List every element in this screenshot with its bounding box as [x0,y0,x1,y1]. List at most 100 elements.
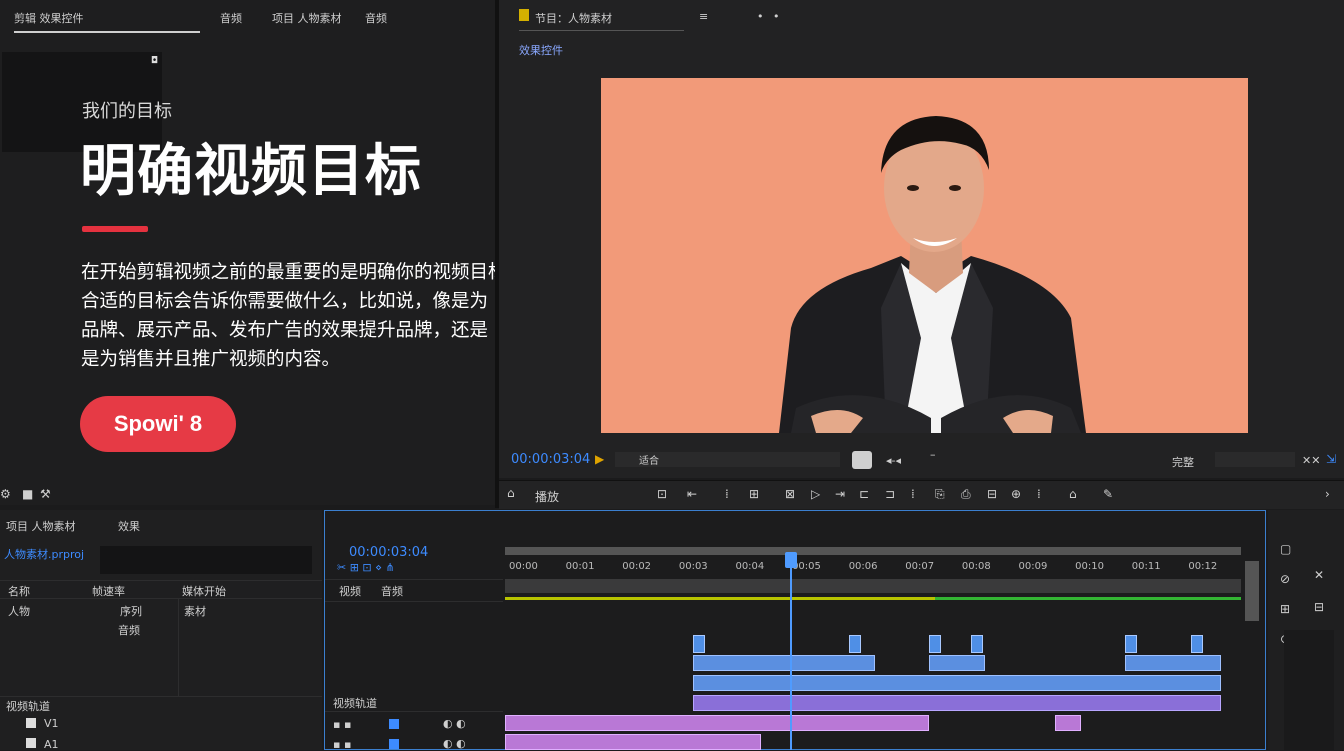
timeline-marker[interactable] [929,635,941,653]
square-icon[interactable]: ■ [22,487,33,501]
timeline-clip[interactable] [505,715,929,731]
tools-panel: ▢ ⊘ ✕ ⊞ ⊟ ⊙ [1268,510,1344,750]
track-toggle[interactable] [389,739,399,749]
video-preview[interactable] [601,78,1248,433]
monitor-subtitle[interactable]: 效果控件 [519,42,563,58]
list-item[interactable]: 人物 [8,603,30,619]
title-underline [519,30,684,31]
fit-label: 适合 [639,456,659,467]
track-select-icon[interactable]: ⊘ [1280,572,1290,586]
list-item[interactable]: 音频 [118,622,140,638]
slip-icon[interactable]: ⊟ [1314,600,1324,614]
timeline-clip[interactable] [1125,655,1221,671]
export-icon[interactable]: ⎘ [935,487,945,502]
compare-icon[interactable]: ⊟ [987,487,997,501]
body-line: 合适的目标会告诉你需要做什么，比如说，像是为 [81,291,489,312]
timeline-clip[interactable] [1055,715,1081,731]
tab-effect-controls[interactable]: 剪辑 效果控件 [14,10,84,26]
col-name[interactable]: 名称 [8,583,30,599]
timeline-clip[interactable] [505,734,761,750]
marker-icon[interactable]: ▶ [595,452,604,466]
zoom-field[interactable] [1215,452,1295,467]
lock-icon[interactable]: ▪ ▪ [333,718,351,731]
timeline-marker[interactable] [1191,635,1203,653]
mark-in-icon[interactable]: ⊡ [657,487,667,501]
menu-icon[interactable]: ≡ [699,10,708,23]
lift-icon[interactable]: ⊏ [859,487,869,501]
tracks-area[interactable] [505,621,1241,751]
timeline-marker[interactable] [693,635,705,653]
work-area-bar[interactable] [505,579,1241,593]
button-editor-icon[interactable]: ⊕ [1011,487,1021,501]
program-timecode[interactable]: 00:00:03:04 [511,452,590,467]
ripple-icon[interactable]: ✕ [1314,568,1324,582]
quality-dropdown[interactable]: 完整 [1172,454,1194,470]
ruler-tick-label: 00:03 [678,561,708,572]
timeline-clip[interactable] [693,695,1221,711]
project-tab[interactable]: 项目 人物素材 [6,518,76,534]
timeline-panel: 00:00:03:04 ✂ ⊞ ⊡ ⋄ ⋔ 视频 音频 视频轨道 ▪ ▪ ▪ ▪… [324,510,1266,751]
settings-icon[interactable]: ⚒ [40,487,51,501]
sequence-icon [519,9,529,21]
timeline-marker[interactable] [971,635,983,653]
export-frame-icon[interactable]: ⇲ [1326,452,1336,466]
extract-icon[interactable]: ⊐ [885,487,895,501]
project-file-label[interactable]: 人物素材.prproj [4,546,84,562]
tool-column [1284,630,1334,750]
home-icon[interactable]: ⌂ [507,486,515,500]
vertical-scrollbar[interactable] [1245,561,1259,621]
mute-icon[interactable]: ◐ ◐ [443,717,466,730]
wrench-icon[interactable]: ✎ [1103,487,1113,501]
bin-label: 视频轨道 [6,700,50,713]
tab-audio-2[interactable]: 音频 [365,10,387,26]
timeline-timecode[interactable]: 00:00:03:04 [349,545,428,560]
play-icon[interactable]: ▷ [811,487,820,501]
step-back-icon[interactable]: ⇤ [687,487,697,501]
wrench-icon[interactable]: ⚙ [0,487,11,501]
col-media-start[interactable]: 媒体开始 [182,583,226,599]
razor-icon[interactable]: ⊞ [1280,602,1290,616]
chevron-right-icon[interactable]: › [1325,487,1330,501]
playhead[interactable] [790,552,792,750]
timeline-footer-label: 视频轨道 [333,697,377,710]
timeline-clip[interactable] [929,655,985,671]
overwrite-icon[interactable]: ⊠ [785,487,795,501]
effects-tab[interactable]: 效果 [118,518,140,534]
insert-icon[interactable]: ⊞ [749,487,759,501]
timeline-marker[interactable] [849,635,861,653]
minus-icon[interactable]: – [930,448,936,461]
transport-label: 播放 [535,490,560,504]
cta-button[interactable]: Spowi' 8 [80,396,236,452]
clip-icon [26,738,36,748]
close-icon[interactable]: ◘ [151,56,158,66]
timeline-marker[interactable] [1125,635,1137,653]
dot-icon: • [773,10,780,23]
step-forward-icon[interactable]: ⇥ [835,487,845,501]
vr-icon[interactable]: ⌂ [1069,487,1077,501]
snap-icon[interactable]: ✂ ⊞ ⊡ ⋄ ⋔ [337,561,395,574]
search-input[interactable] [100,546,312,574]
selection-tool-icon[interactable]: ▢ [1280,542,1291,556]
fit-dropdown[interactable]: 适合 [615,452,840,467]
body-line: 在开始剪辑视频之前的最重要的是明确你的视频目标。 [81,262,526,283]
mute-icon[interactable]: ◐ ◐ [443,737,466,750]
timeline-clip[interactable] [693,675,1221,691]
volume-icon[interactable]: ◂-◂ [886,454,901,467]
source-footer: ⚙ ■ ⚒ [0,485,495,505]
list-item[interactable]: 序列 [120,603,142,619]
col-framerate[interactable]: 帧速率 [92,583,125,599]
track-item[interactable]: V1 [44,717,59,730]
lock-icon[interactable]: ▪ ▪ [333,738,351,751]
tab-project-footage[interactable]: 项目 人物素材 [272,10,342,26]
project-panel: 项目 人物素材 效果 人物素材.prproj 名称 帧速率 媒体开始 人物 序列… [0,510,322,751]
settings-wrench-icon[interactable] [852,451,872,469]
track-item[interactable]: A1 [44,738,59,751]
track-toggle[interactable] [389,719,399,729]
timeline-clip[interactable] [693,655,875,671]
camera-icon[interactable]: ⎙ [961,487,971,502]
time-ruler[interactable]: 00:00 00:01 00:02 00:03 00:04 00:05 00:06 00:07… [505,559,1241,577]
monitor-title[interactable]: 节目：人物素材 [535,10,612,26]
tab-audio[interactable]: 音频 [220,10,242,26]
zoom-scrollbar[interactable] [505,547,1241,555]
expand-icon[interactable]: ✕✕ [1302,454,1320,467]
